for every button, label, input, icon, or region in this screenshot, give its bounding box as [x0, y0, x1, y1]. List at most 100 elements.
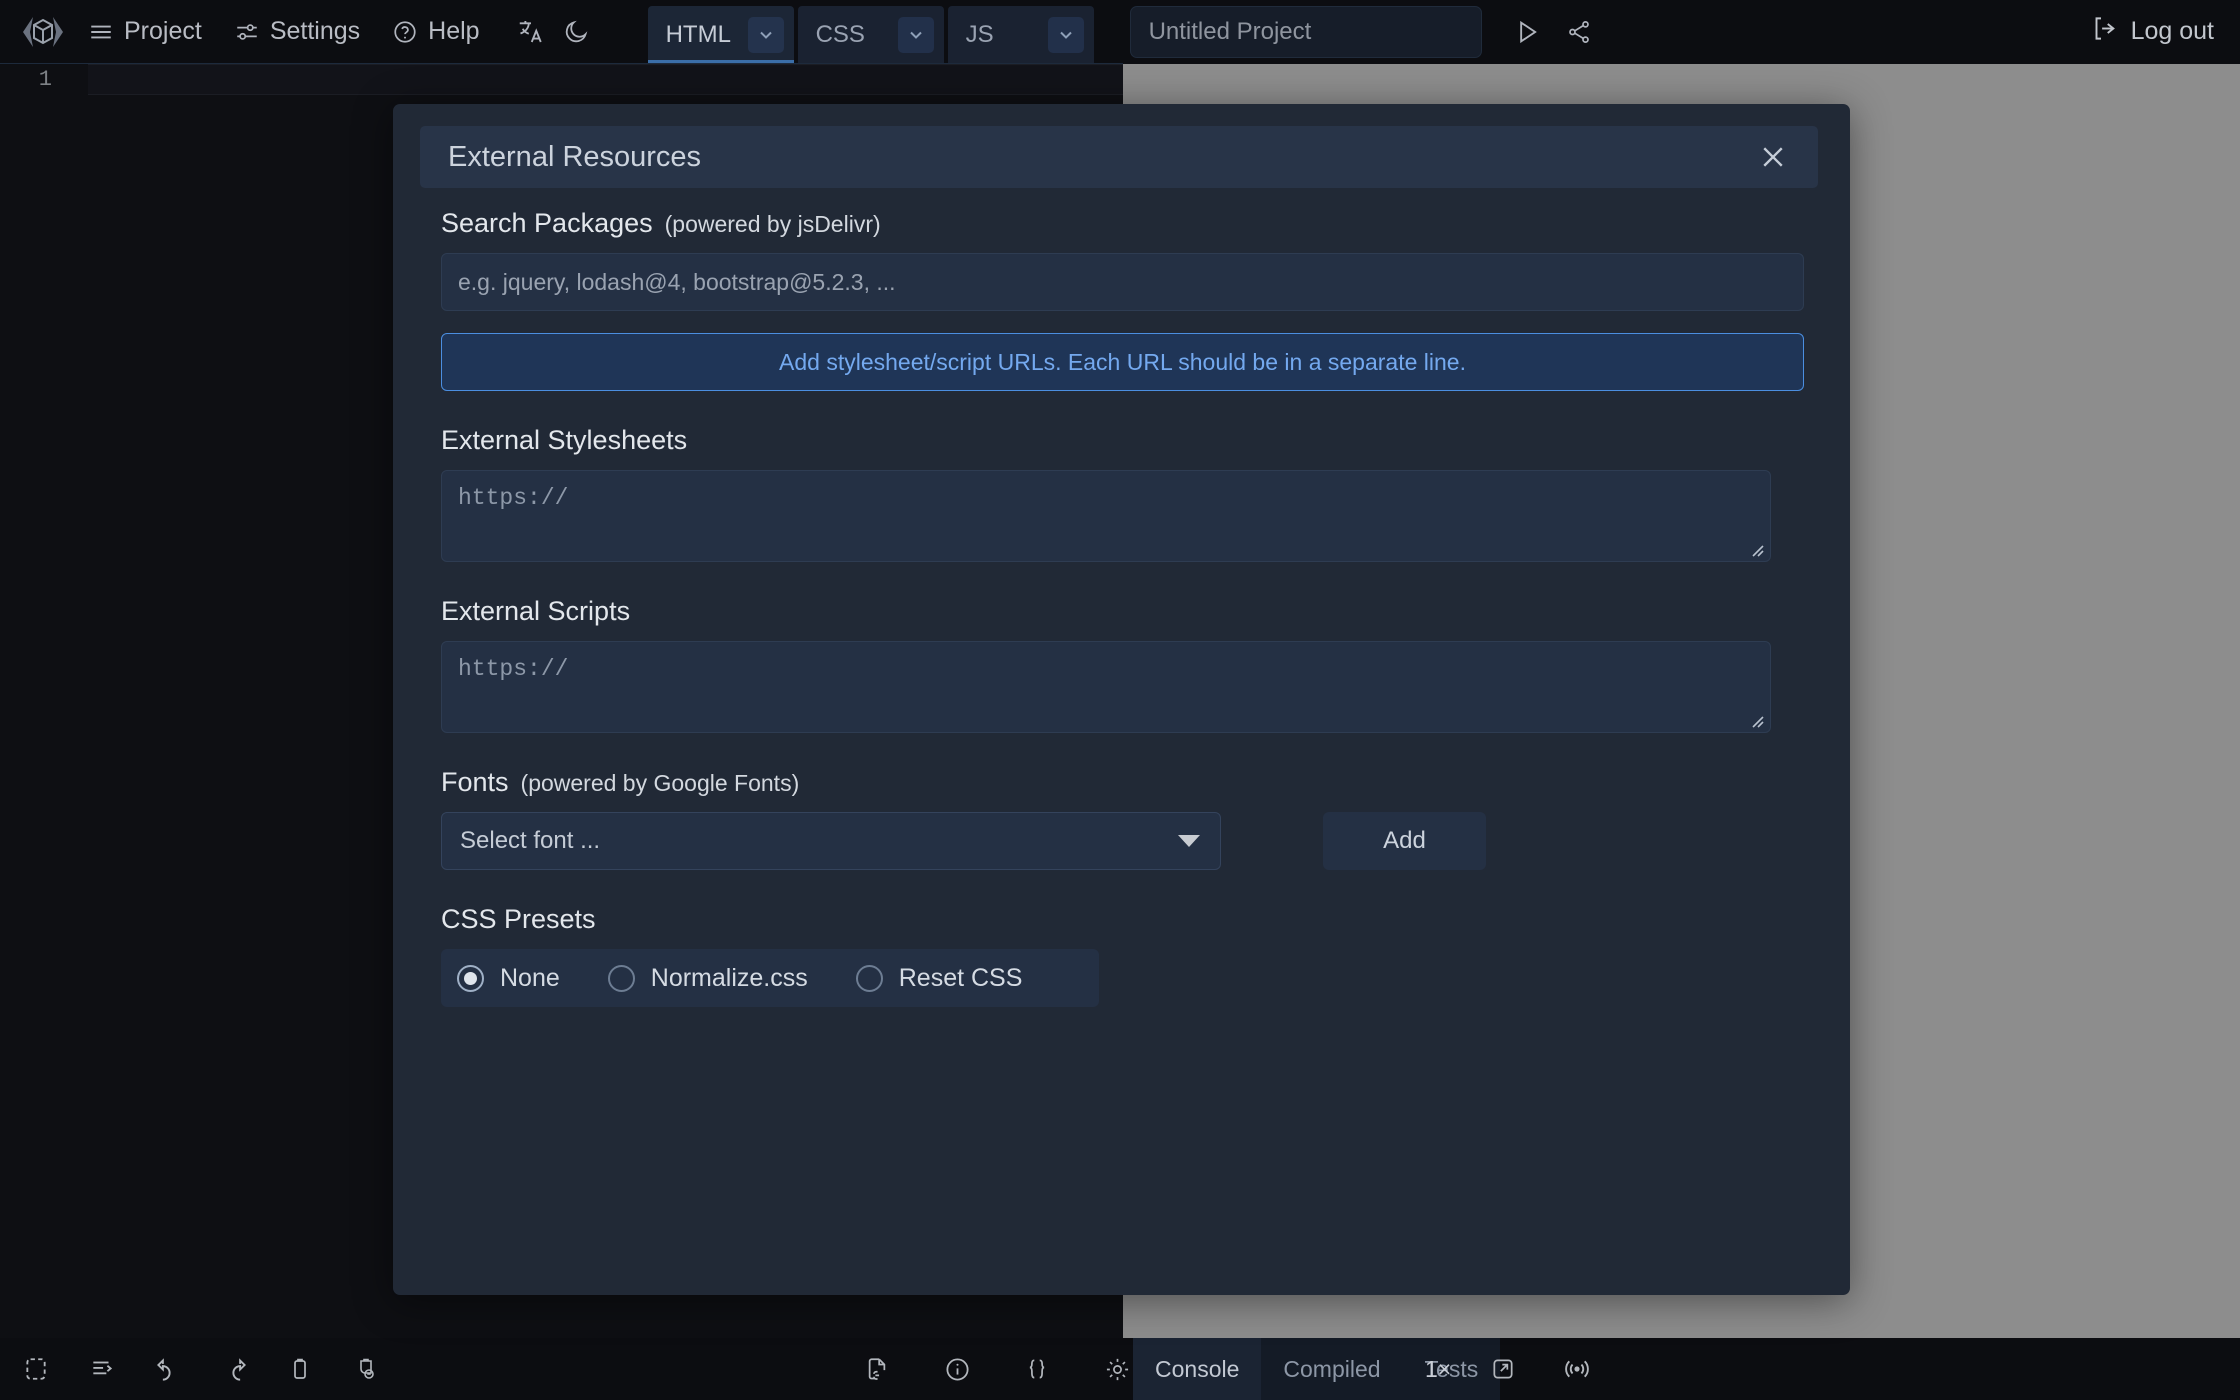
undo-icon[interactable]: [146, 1347, 190, 1391]
external-scripts-label: External Scripts: [441, 596, 630, 627]
search-packages-placeholder: e.g. jquery, lodash@4, bootstrap@5.2.3, …: [458, 269, 896, 296]
run-play-icon[interactable]: [1504, 9, 1550, 55]
fonts-block: Fonts (powered by Google Fonts) Select f…: [441, 767, 1802, 870]
tab-compiled[interactable]: Compiled: [1261, 1338, 1402, 1400]
top-bar: Project Settings Help: [0, 0, 2240, 63]
external-stylesheets-textarea[interactable]: https://: [441, 470, 1771, 562]
css-preset-option-none[interactable]: None: [457, 964, 560, 993]
editor-toolbar-left: [14, 1338, 388, 1400]
add-font-label: Add: [1383, 827, 1426, 855]
resize-grip-icon[interactable]: [1747, 710, 1765, 728]
language-icon[interactable]: [508, 9, 554, 55]
external-scripts-textarea[interactable]: https://: [441, 641, 1771, 733]
modal-title: External Resources: [448, 141, 701, 174]
css-preset-reset-label: Reset CSS: [899, 964, 1023, 993]
logout-icon: [2092, 15, 2119, 49]
project-title-value: Untitled Project: [1149, 18, 1312, 46]
chevron-down-icon[interactable]: [1048, 17, 1084, 53]
external-resources-modal: External Resources Search Packages (powe…: [393, 104, 1850, 1295]
css-preset-option-reset[interactable]: Reset CSS: [856, 964, 1023, 993]
open-external-icon[interactable]: [1481, 1347, 1525, 1391]
radio-icon[interactable]: [608, 965, 635, 992]
code-tab-html[interactable]: HTML: [648, 6, 794, 63]
select-all-icon[interactable]: [14, 1347, 58, 1391]
code-tab-css-label: CSS: [816, 21, 865, 49]
external-scripts-block: External Scripts https://: [441, 596, 1802, 733]
radio-icon-selected[interactable]: [457, 965, 484, 992]
css-preset-option-normalize[interactable]: Normalize.css: [608, 964, 808, 993]
question-circle-icon: [392, 19, 418, 45]
info-icon[interactable]: [935, 1347, 979, 1391]
css-presets-label-row: CSS Presets: [441, 904, 1802, 935]
broadcast-icon[interactable]: [1555, 1347, 1599, 1391]
code-tab-js[interactable]: JS: [948, 6, 1094, 63]
external-stylesheets-label-row: External Stylesheets: [441, 425, 1802, 456]
css-preset-none-label: None: [500, 964, 560, 993]
fonts-row: Select font ... Add: [441, 812, 1802, 870]
modal-body: Search Packages (powered by jsDelivr) e.…: [393, 208, 1850, 1295]
search-packages-sublabel: (powered by jsDelivr): [665, 211, 881, 238]
close-icon[interactable]: [1750, 134, 1796, 180]
external-stylesheets-placeholder: https://: [458, 485, 568, 511]
paste-icon[interactable]: [344, 1347, 388, 1391]
search-packages-input[interactable]: e.g. jquery, lodash@4, bootstrap@5.2.3, …: [441, 253, 1804, 311]
url-hint-banner: Add stylesheet/script URLs. Each URL sho…: [441, 333, 1804, 391]
format-code-icon[interactable]: [80, 1347, 124, 1391]
project-title-input[interactable]: Untitled Project: [1130, 6, 1482, 58]
hamburger-icon: [88, 19, 114, 45]
menu-project[interactable]: Project: [72, 0, 218, 63]
tab-console-label: Console: [1155, 1356, 1239, 1383]
fonts-label-row: Fonts (powered by Google Fonts): [441, 767, 1802, 798]
logout-label: Log out: [2131, 17, 2214, 46]
css-presets-radio-group: None Normalize.css Reset CSS: [441, 949, 1099, 1007]
active-code-line[interactable]: [88, 64, 1123, 95]
share-icon[interactable]: [1556, 9, 1602, 55]
external-stylesheets-block: External Stylesheets https://: [441, 425, 1802, 562]
tab-console[interactable]: Console: [1133, 1338, 1261, 1400]
resize-grip-icon[interactable]: [1747, 539, 1765, 557]
preview-toolbar-right: 1×: [1425, 1338, 1599, 1400]
menu-help[interactable]: Help: [376, 0, 495, 63]
chevron-down-icon[interactable]: [898, 17, 934, 53]
code-tabs: HTML CSS JS: [648, 0, 1098, 63]
menu-settings[interactable]: Settings: [218, 0, 376, 63]
css-preset-normalize-label: Normalize.css: [651, 964, 808, 993]
chevron-down-icon[interactable]: [748, 17, 784, 53]
css-presets-label: CSS Presets: [441, 904, 596, 935]
code-cube-logo-icon: [21, 13, 65, 51]
caret-down-icon: [1178, 835, 1200, 847]
modal-header: External Resources: [420, 126, 1818, 188]
external-stylesheets-label: External Stylesheets: [441, 425, 687, 456]
sliders-icon: [234, 19, 260, 45]
theme-toggle-moon-icon[interactable]: [554, 9, 600, 55]
url-hint-text: Add stylesheet/script URLs. Each URL sho…: [779, 349, 1466, 376]
zoom-level-label[interactable]: 1×: [1425, 1356, 1451, 1383]
code-tab-js-label: JS: [966, 21, 994, 49]
external-scripts-label-row: External Scripts: [441, 596, 1802, 627]
editor-toolbar-mid: [855, 1338, 1139, 1400]
logout-button[interactable]: Log out: [2092, 0, 2214, 63]
add-font-button[interactable]: Add: [1323, 812, 1486, 870]
braces-icon[interactable]: [1015, 1347, 1059, 1391]
search-packages-label-row: Search Packages (powered by jsDelivr): [441, 208, 1802, 239]
radio-icon[interactable]: [856, 965, 883, 992]
menu-settings-label: Settings: [270, 17, 360, 46]
copy-icon[interactable]: [278, 1347, 322, 1391]
fonts-label: Fonts: [441, 767, 509, 798]
code-tab-html-label: HTML: [666, 21, 731, 49]
gutter-line-number: 1: [0, 67, 52, 92]
menu-project-label: Project: [124, 17, 202, 46]
css-presets-block: CSS Presets None Normalize.css Reset CSS: [441, 904, 1802, 1007]
redo-icon[interactable]: [212, 1347, 256, 1391]
font-select-value: Select font ...: [460, 827, 600, 855]
code-tab-css[interactable]: CSS: [798, 6, 944, 63]
app-logo[interactable]: [14, 13, 72, 51]
menu-help-label: Help: [428, 17, 479, 46]
fonts-sublabel: (powered by Google Fonts): [521, 770, 800, 797]
file-link-icon[interactable]: [855, 1347, 899, 1391]
external-scripts-placeholder: https://: [458, 656, 568, 682]
tab-compiled-label: Compiled: [1283, 1356, 1380, 1383]
search-packages-label: Search Packages: [441, 208, 653, 239]
font-select[interactable]: Select font ...: [441, 812, 1221, 870]
topbar-actions: [1504, 9, 1602, 55]
